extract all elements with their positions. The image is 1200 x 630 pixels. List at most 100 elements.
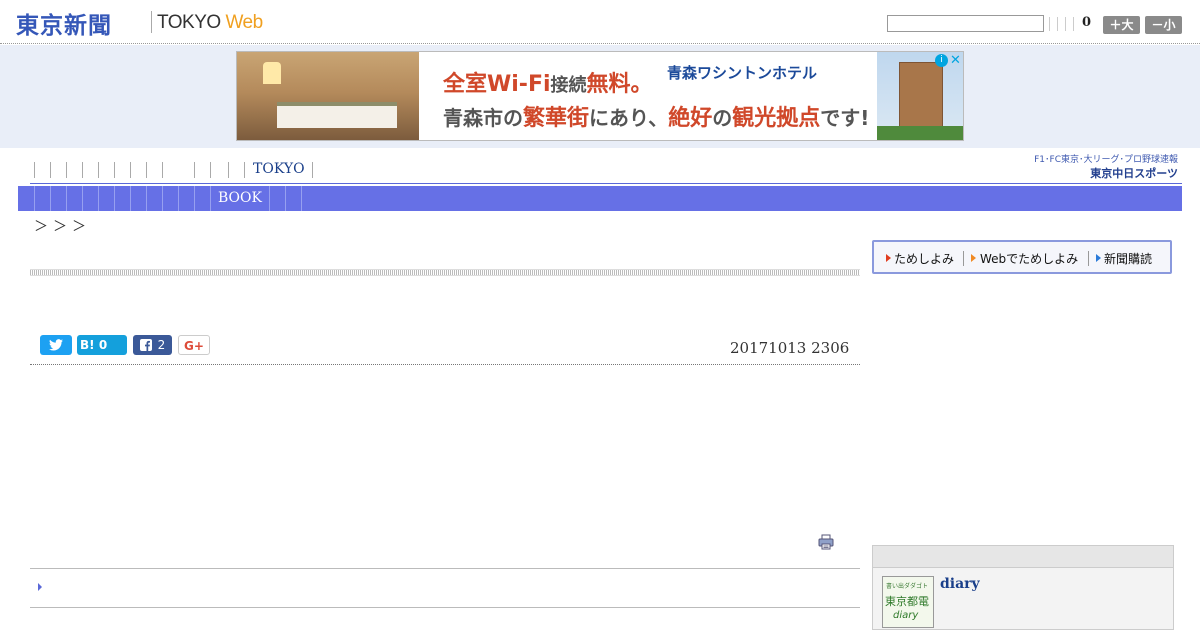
nav-divider-line <box>30 183 1182 184</box>
header-divider <box>1065 17 1066 31</box>
subscribe-link[interactable]: 新聞購読 <box>1104 250 1152 267</box>
nav-item-separator <box>114 186 115 211</box>
diary-thumbnail[interactable]: 書い出ダダゴト 東京都電 diary <box>882 576 934 628</box>
googleplus-share-button[interactable]: G+ <box>178 335 210 355</box>
header-divider <box>1073 17 1074 31</box>
ad-headline-end: 無料。 <box>586 72 653 97</box>
blue-arrow-icon <box>1096 254 1101 262</box>
nav-item-separator <box>312 162 313 178</box>
nav-item-separator <box>301 186 302 211</box>
primary-nav: TOKYO <box>30 158 320 182</box>
ad-subline-part: です! <box>820 106 870 130</box>
bed-shape <box>277 102 397 128</box>
facebook-icon <box>139 339 152 351</box>
ad-subline-highlight: 観光拠点 <box>732 106 821 131</box>
ad-headline: 全室Wi-Fi接続無料。 <box>443 66 653 98</box>
nav-item-separator <box>244 162 245 178</box>
nav-item-separator <box>66 162 67 178</box>
ad-headline-mid: 接続 <box>550 75 587 96</box>
font-smaller-button[interactable]: －小 <box>1145 16 1182 34</box>
ad-headline-red: 全室Wi-Fi <box>443 72 551 97</box>
ad-brand: 青森ワシントンホテル <box>667 64 818 82</box>
nav-item-separator <box>162 162 163 178</box>
side-diary-panel: 書い出ダダゴト 東京都電 diary diary <box>872 545 1174 630</box>
nav-item-separator <box>178 186 179 211</box>
nav-item-book[interactable]: BOOK <box>218 190 262 206</box>
font-larger-button[interactable]: ＋大 <box>1103 16 1140 34</box>
secondary-nav: BOOK <box>18 186 1182 211</box>
ad-info-icon[interactable]: i <box>935 54 948 67</box>
logo-en-web: Web <box>225 12 263 33</box>
nav-item-separator <box>34 186 35 211</box>
ad-subline-highlight: 繁華街 <box>523 106 590 131</box>
nav-item-separator <box>146 186 147 211</box>
nav-item-separator <box>130 186 131 211</box>
nav-item-separator <box>194 162 195 178</box>
nav-item-separator <box>82 186 83 211</box>
lamp-shape <box>263 62 281 84</box>
ad-subline-part: の <box>712 106 733 130</box>
nav-item-separator <box>210 186 211 211</box>
header-divider <box>1049 17 1050 31</box>
ad-subline-part: にあり、 <box>589 106 669 130</box>
nav-item-separator <box>50 186 51 211</box>
nav-item-tokyo[interactable]: TOKYO <box>253 161 305 177</box>
article-title-rule <box>30 269 860 276</box>
nav-item-separator <box>114 162 115 178</box>
nav-item-separator <box>269 186 270 211</box>
nav-item-separator <box>50 162 51 178</box>
chunichi-tagline: F1･FC東京･大リーグ･プロ野球速報 <box>1034 155 1178 165</box>
print-icon[interactable] <box>818 534 834 550</box>
related-divider <box>30 568 860 569</box>
trial-divider <box>1088 251 1089 266</box>
logo-divider <box>151 11 152 33</box>
site-logo-en[interactable]: TOKYO Web <box>157 12 263 34</box>
nav-item-separator <box>66 186 67 211</box>
hatena-count: 0 <box>98 338 108 352</box>
thumb-caption: 書い出ダダゴト <box>886 583 929 590</box>
facebook-share-button[interactable]: 2 <box>133 335 172 355</box>
related-link-arrow-icon[interactable] <box>38 583 42 591</box>
nav-item-separator <box>228 162 229 178</box>
nav-item-separator <box>82 162 83 178</box>
trial-divider <box>963 251 964 266</box>
ad-subline-part: 青森市の <box>443 106 523 130</box>
nav-item-separator <box>162 186 163 211</box>
site-logo-jp[interactable]: 東京新聞 <box>16 6 112 40</box>
trees-shape <box>877 126 963 140</box>
thumb-title: 東京都電 <box>885 595 929 608</box>
nav-item-separator <box>130 162 131 178</box>
web-trial-read-link[interactable]: Webでためしよみ <box>980 250 1078 267</box>
site-header: 東京新聞 TOKYO Web 0 ＋大 －小 <box>0 0 1200 44</box>
search-input[interactable] <box>887 15 1044 32</box>
ad-subline-highlight: 絶好 <box>668 106 713 131</box>
thumb-subtitle: diary <box>893 610 919 621</box>
orange-arrow-icon <box>971 254 976 262</box>
date-divider <box>30 364 860 365</box>
nav-item-separator <box>146 162 147 178</box>
twitter-share-button[interactable] <box>40 335 72 355</box>
diary-link[interactable]: diary <box>940 576 980 592</box>
nav-item-separator <box>98 186 99 211</box>
header-divider <box>1057 17 1058 31</box>
hotel-ad-banner[interactable]: 全室Wi-Fi接続無料。 青森ワシントンホテル 青森市の繁華街にあり、絶好の観光… <box>236 51 964 141</box>
ad-subline: 青森市の繁華街にあり、絶好の観光拠点です! <box>443 100 869 132</box>
header-count: 0 <box>1082 15 1092 30</box>
red-arrow-icon <box>886 254 891 262</box>
nav-item-separator <box>194 186 195 211</box>
trial-read-link[interactable]: ためしよみ <box>894 250 954 267</box>
side-panel-header <box>873 546 1173 568</box>
nav-item-separator <box>285 186 286 211</box>
nav-item-separator <box>34 162 35 178</box>
twitter-bird-icon <box>49 339 63 351</box>
facebook-count: 2 <box>157 338 166 352</box>
hatena-bookmark-button[interactable]: B! 0 <box>77 335 127 355</box>
newspaper-trial-box: ためしよみ Webでためしよみ 新聞購読 <box>872 240 1172 274</box>
nav-item-separator <box>98 162 99 178</box>
hatena-label: B! <box>80 338 95 352</box>
logo-en-prefix: TOKYO <box>157 12 226 33</box>
article-date: 20171013 2306 <box>730 339 850 357</box>
ad-close-icon[interactable]: ✕ <box>950 53 961 68</box>
breadcrumb: ＞＞＞ <box>34 219 91 235</box>
chunichi-sports-link[interactable]: F1･FC東京･大リーグ･プロ野球速報 東京中日スポーツ <box>1020 152 1180 182</box>
